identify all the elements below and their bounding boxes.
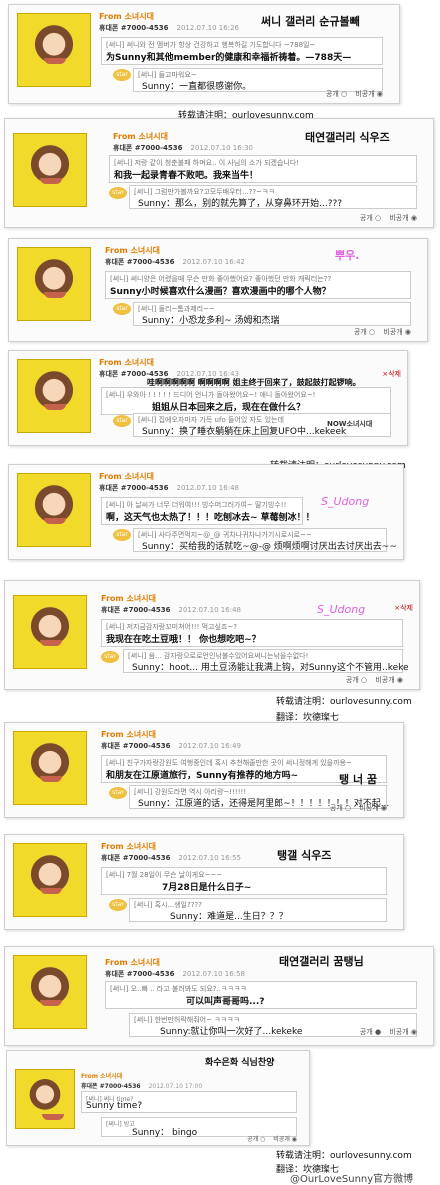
star-icon: star bbox=[109, 787, 127, 799]
post-8: From 소녀시대 휴대폰 #7000-4536 2012.07.10 16:55… bbox=[4, 834, 404, 930]
overlay-line: 哇啊啊啊啊啊 啊啊啊啊 姐主终于回来了，鼓起鼓打起锣响。 bbox=[147, 378, 361, 387]
visibility-control[interactable]: 공개 ○ 비공개 ◉ bbox=[348, 327, 411, 337]
delete-button[interactable]: ×삭제 bbox=[382, 369, 401, 379]
post-meta: 휴대폰 #7000-4536 2012.07.10 16:58 bbox=[105, 970, 245, 978]
visibility-control[interactable]: 공개 ○ 비공개 ◉ bbox=[324, 803, 387, 813]
avatar bbox=[13, 133, 87, 207]
post-title: 뿌우. bbox=[335, 249, 360, 262]
star-icon: star bbox=[113, 303, 131, 315]
post-3: From 소녀시대 휴대폰 #7000-4536 2012.07.10 16:42… bbox=[8, 238, 428, 342]
post-meta: 휴대폰 #7000-4536 2012.07.10 16:42 bbox=[105, 258, 245, 266]
avatar bbox=[15, 1069, 75, 1129]
post-7: From 소녀시대 휴대폰 #7000-4536 2012.07.10 16:49… bbox=[4, 722, 404, 818]
question-box: [써니] 써니 time? Sunny time? bbox=[81, 1091, 297, 1113]
post-title: 화수은화 식님찬양 bbox=[205, 1058, 275, 1068]
post-6: From 소녀시대 휴대폰 #7000-4536 2012.07.10 16:48… bbox=[4, 580, 420, 690]
post-9: From 소녀시대 휴대폰 #7000-4536 2012.07.10 16:58… bbox=[4, 946, 434, 1046]
answer-box: [써니] 둘리~톰과제리~~ Sunny：小恐龙多利~ 汤姆和杰瑞 bbox=[133, 302, 411, 326]
post-title: 태연갤러리 꿈탱님 bbox=[279, 955, 364, 968]
visibility-control[interactable]: 공개 ○ 비공개 ◉ bbox=[241, 1134, 297, 1143]
question-box: [써니] 저지금감자랑꼬미쳐어!!! 먹고싶죠~? 我现在在吃土豆哦！！ 你也想… bbox=[101, 619, 403, 647]
post-title: 탱갤 식우즈 bbox=[277, 849, 332, 862]
question-box: [써니] 오..빠 .. 라고 불러봐도 되요?..ㅋㅋㅋㅋ 可以叫声哥哥吗..… bbox=[105, 981, 417, 1009]
answer-box: [써니] 사다주면먹지~@_@ 귀차나귀차나가기시로시로~~ Sunny：买给我… bbox=[133, 528, 397, 552]
post-title: S_Udong bbox=[321, 495, 370, 508]
from-label: From 소녀시대 bbox=[99, 472, 154, 481]
from-label: From 소녀시대 bbox=[101, 842, 156, 851]
post-title: 태연갤러리 식우즈 bbox=[305, 131, 390, 144]
from-label: From 소녀시대 bbox=[113, 132, 168, 141]
star-icon: star bbox=[113, 529, 131, 541]
post-5: From 소녀시대 휴대폰 #7000-4536 2012.07.10 16:48… bbox=[8, 464, 404, 560]
star-icon: star bbox=[101, 651, 119, 663]
watermark: @OurLoveSunny官方微博 bbox=[290, 1174, 414, 1185]
post-title: S_Udong bbox=[317, 603, 366, 616]
from-label: From 소녀시대 bbox=[105, 958, 160, 967]
from-label: From 소녀시대 bbox=[101, 730, 156, 739]
avatar bbox=[13, 843, 87, 917]
visibility-control[interactable]: 공개 ○ 비공개 ◉ bbox=[340, 675, 403, 685]
from-label: From 소녀시대 bbox=[99, 12, 154, 21]
answer-box: [써니] 그럼만가볼까요?고모두배우터...??~ㅋㅋ Sunny：那么，别的就… bbox=[129, 185, 417, 209]
star-icon: star bbox=[109, 899, 127, 911]
visibility-control[interactable]: 공개 ○ 비공개 ◉ bbox=[354, 213, 417, 223]
answer-box: [써니] 혹시...생일???? Sunny：难道是...生日？？？ bbox=[129, 898, 387, 922]
avatar bbox=[13, 731, 87, 805]
avatar bbox=[17, 13, 91, 87]
question-box: [써니] 써니양은 어렸을때 무슨 만화 좋아했어요? 좋아했던 만화 캐릭터는… bbox=[105, 271, 411, 299]
post-meta: 휴대폰 #7000-4536 2012.07.10 16:48 bbox=[101, 606, 241, 614]
avatar bbox=[13, 955, 87, 1029]
from-label: From 소녀시대 bbox=[105, 246, 160, 255]
from-label: From 소녀시대 bbox=[81, 1073, 123, 1080]
post-meta: 휴대폰 #7000-4536 2012.07.10 16:30 bbox=[113, 144, 253, 152]
avatar bbox=[13, 595, 87, 669]
post-meta: 휴대폰 #7000-4536 2012.07.10 16:49 bbox=[101, 742, 241, 750]
post-10: 화수은화 식님찬양 From 소녀시대 휴대폰 #7000-4536 2012.0… bbox=[6, 1050, 310, 1146]
post-1: From 소녀시대 휴대폰 #7000-4536 2012.07.10 16:26… bbox=[8, 4, 400, 104]
delete-button[interactable]: ×삭제 bbox=[394, 603, 413, 613]
star-icon: star bbox=[113, 69, 131, 81]
credit-repost-3: 转载请注明：ourlovesunny.com bbox=[276, 697, 412, 707]
question-box: [써니] 써니와 전 멤버가 항상 건강하고 행복하길 기도합니다 ~788일~… bbox=[101, 37, 383, 65]
avatar bbox=[17, 359, 91, 433]
avatar bbox=[17, 247, 91, 321]
visibility-control[interactable]: 공개 ● 비공개 ◉ bbox=[354, 1027, 417, 1037]
question-box: [써니] 우와아 ! ! ! ! ! 드디어 언니가 돌아왔어요~! 애니 돌아… bbox=[101, 387, 391, 415]
post-2: From 소녀시대 휴대폰 #7000-4536 2012.07.10 16:30… bbox=[4, 118, 434, 228]
star-icon: star bbox=[109, 187, 127, 199]
post-meta: 휴대폰 #7000-4536 2012.07.10 17:00 bbox=[81, 1083, 203, 1090]
star-icon: star bbox=[113, 415, 131, 427]
avatar bbox=[17, 473, 91, 547]
post-title: NOW소녀시대 bbox=[327, 420, 373, 428]
from-label: From 소녀시대 bbox=[101, 594, 156, 603]
question-box: [써니] 저랑 같이 청춘불패 하며요.. 이 사님의 소가 되겠습니다! 和我… bbox=[109, 155, 417, 183]
post-meta: 휴대폰 #7000-4536 2012.07.10 16:55 bbox=[101, 854, 241, 862]
post-meta: 휴대폰 #7000-4536 2012.07.10 16:48 bbox=[99, 484, 239, 492]
question-box: [써니] 7월 28일이 무슨 날이게요~~~ 7月28日是什么日子~ bbox=[101, 867, 387, 895]
post-4: From 소녀시대 휴대폰 #7000-4536 2012.07.10 16:43… bbox=[8, 350, 408, 446]
answer-box: [써니] 음... 감자랑으로로언인낚불수있어요써니는낚을수없다! Sunny：… bbox=[123, 649, 409, 673]
post-meta: 휴대폰 #7000-4536 2012.07.10 16:26 bbox=[99, 24, 239, 32]
visibility-control[interactable]: 공개 ○ 비공개 ◉ bbox=[320, 89, 383, 99]
credit-repost-4: 转载请注明：ourlovesunny.com bbox=[276, 1151, 412, 1161]
from-label: From 소녀시대 bbox=[99, 358, 154, 367]
post-title: 써니 갤러리 순규볼빼 bbox=[261, 15, 360, 28]
question-box: [써니] 아 날씨가 너무 더워여!!! 빙수머그러가여~ 딸기빙수!! 啊，这… bbox=[101, 497, 315, 525]
